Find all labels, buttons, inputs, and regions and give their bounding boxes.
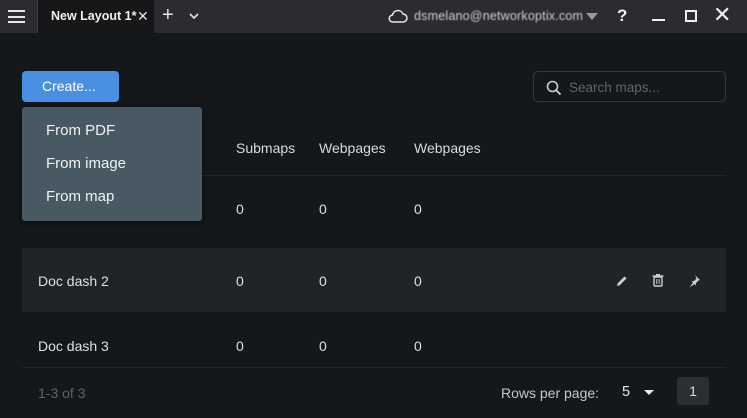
- row-webpages: 0: [319, 338, 327, 354]
- table-row[interactable]: [22, 313, 726, 367]
- account-dropdown-icon[interactable]: [586, 13, 598, 20]
- account-email[interactable]: dsmelano@networkoptix.com: [414, 9, 583, 23]
- row-name: Doc dash 3: [38, 338, 109, 354]
- row-webpages-2: 0: [414, 201, 422, 217]
- row-webpages-2: 0: [414, 273, 422, 289]
- create-menu: From PDF From image From map: [22, 107, 202, 221]
- tab-label: New Layout 1*: [51, 9, 137, 23]
- footer-divider: [22, 367, 726, 368]
- cloud-icon: [388, 9, 408, 23]
- column-header-webpages[interactable]: Webpages: [319, 140, 386, 156]
- row-submaps: 0: [236, 201, 244, 217]
- add-tab-icon[interactable]: +: [162, 5, 174, 25]
- caret-down-icon[interactable]: [644, 390, 654, 395]
- pagination-count: 1-3 of 3: [38, 385, 86, 401]
- tab-new-layout[interactable]: New Layout 1* ✕: [37, 0, 154, 33]
- column-header-webpages-2[interactable]: Webpages: [414, 140, 481, 156]
- column-header-submaps[interactable]: Submaps: [236, 140, 295, 156]
- delete-icon[interactable]: [651, 273, 665, 287]
- row-webpages: 0: [319, 201, 327, 217]
- row-submaps: 0: [236, 273, 244, 289]
- pin-icon[interactable]: [687, 274, 701, 288]
- rows-per-page-select[interactable]: 5: [622, 384, 630, 400]
- help-icon[interactable]: ?: [617, 6, 627, 26]
- minimize-icon[interactable]: [652, 19, 665, 21]
- menu-item-from-image[interactable]: From image: [46, 155, 126, 172]
- row-name: Doc dash 2: [38, 273, 109, 289]
- maximize-icon[interactable]: [685, 10, 697, 22]
- edit-icon[interactable]: [615, 274, 629, 288]
- menu-item-from-pdf[interactable]: From PDF: [46, 122, 115, 139]
- search-icon: [546, 80, 562, 96]
- row-submaps: 0: [236, 338, 244, 354]
- menu-icon[interactable]: [8, 10, 25, 23]
- rows-per-page-label: Rows per page:: [501, 385, 600, 401]
- row-webpages: 0: [319, 273, 327, 289]
- page-button[interactable]: 1: [677, 377, 709, 405]
- search-box: [533, 71, 726, 102]
- title-bar: New Layout 1* ✕ + dsmelano@networkoptix.…: [0, 0, 747, 33]
- close-tab-icon[interactable]: ✕: [137, 8, 149, 24]
- menu-item-from-map[interactable]: From map: [46, 188, 114, 205]
- row-webpages-2: 0: [414, 338, 422, 354]
- close-window-icon[interactable]: ✕: [713, 3, 731, 27]
- search-input[interactable]: [569, 76, 719, 98]
- create-button[interactable]: Create...: [22, 71, 119, 102]
- chevron-down-icon[interactable]: [188, 10, 200, 22]
